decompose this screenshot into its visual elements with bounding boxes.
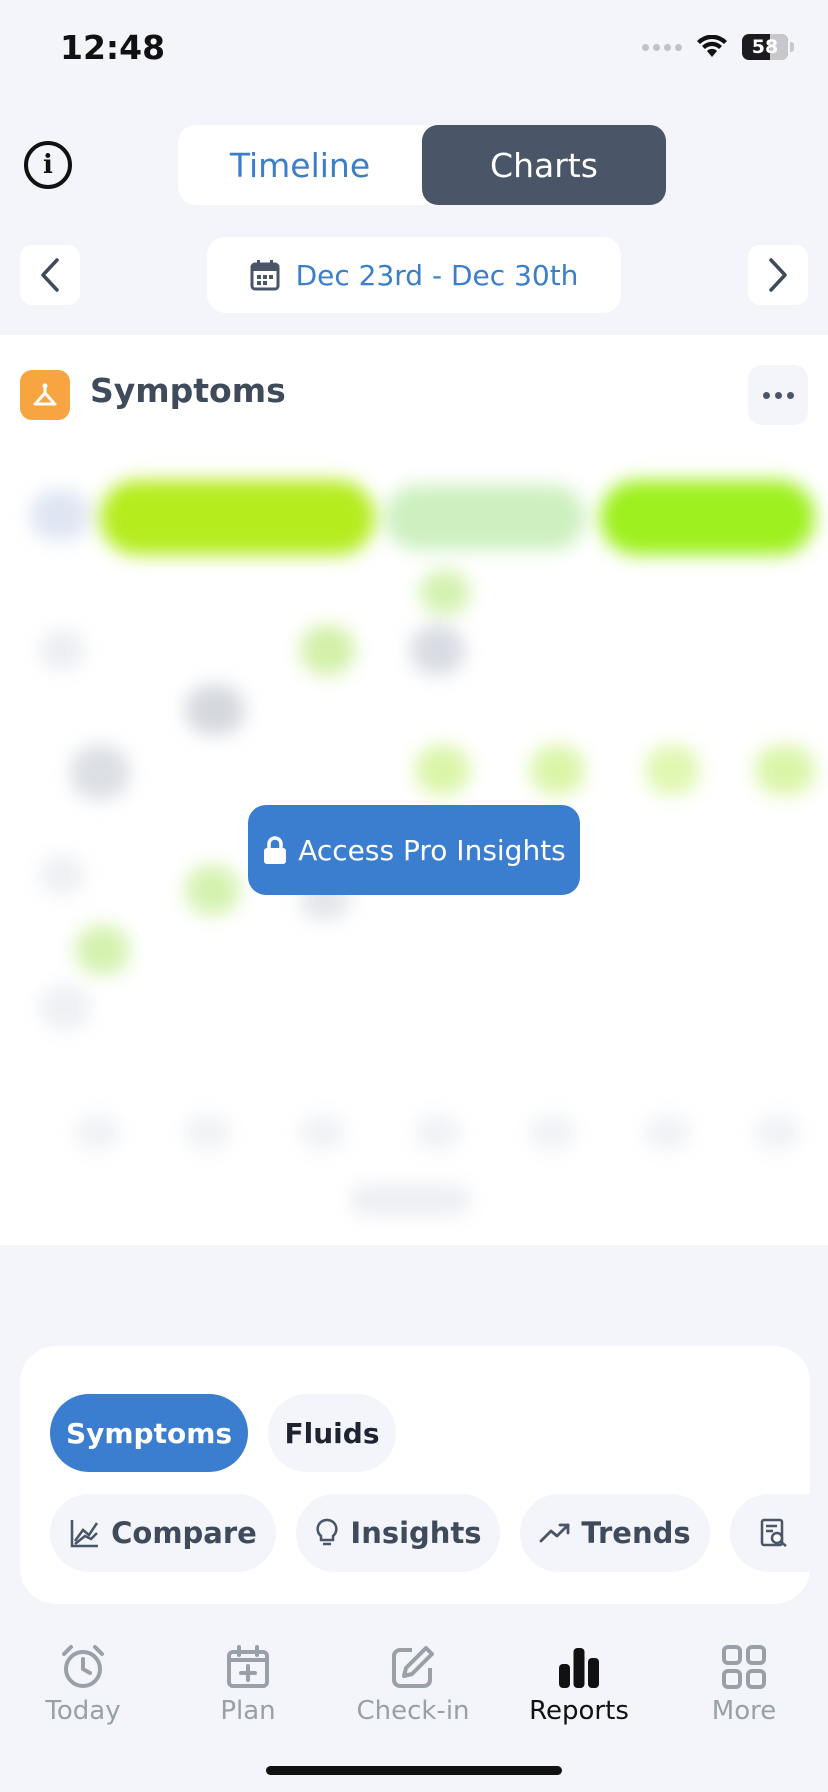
tab-more[interactable]: More	[674, 1644, 814, 1726]
access-pro-insights-button[interactable]: Access Pro Insights	[248, 805, 580, 895]
date-range-picker[interactable]: Dec 23rd - Dec 30th	[207, 237, 621, 313]
tab-today-label: Today	[45, 1696, 121, 1726]
trends-label: Trends	[581, 1516, 691, 1550]
battery-level: 58	[751, 36, 779, 58]
status-time: 12:48	[60, 28, 166, 67]
report-search-button[interactable]	[730, 1494, 810, 1572]
insights-button[interactable]: Insights	[296, 1494, 500, 1572]
tab-more-label: More	[711, 1696, 777, 1726]
chevron-right-icon	[769, 258, 787, 292]
category-chip-fluids[interactable]: Fluids	[268, 1394, 396, 1472]
edit-square-icon	[392, 1646, 434, 1688]
symptoms-panel: Symptoms Access Pro Insights	[0, 335, 828, 1245]
bottom-tab-bar: Today Plan Check-in Reports More	[0, 1612, 828, 1792]
tab-reports-label: Reports	[529, 1696, 629, 1726]
tab-reports[interactable]: Reports	[509, 1644, 649, 1726]
info-icon[interactable]: i	[24, 141, 72, 189]
compare-label: Compare	[111, 1516, 257, 1550]
cellular-signal-icon	[642, 43, 682, 51]
alarm-clock-icon	[62, 1645, 104, 1688]
tab-check-in[interactable]: Check-in	[343, 1644, 483, 1726]
trends-button[interactable]: Trends	[520, 1494, 710, 1572]
tab-timeline[interactable]: Timeline	[178, 125, 422, 205]
wifi-icon	[697, 35, 727, 57]
next-week-button[interactable]	[748, 245, 808, 305]
category-chip-symptoms[interactable]: Symptoms	[50, 1394, 248, 1472]
date-range-label: Dec 23rd - Dec 30th	[295, 258, 579, 292]
document-search-icon	[760, 1518, 787, 1547]
bar-chart-icon	[559, 1648, 599, 1688]
insights-label: Insights	[350, 1516, 482, 1550]
access-pro-insights-label: Access Pro Insights	[298, 833, 566, 867]
calendar-icon	[250, 260, 280, 291]
previous-week-button[interactable]	[20, 245, 80, 305]
tab-charts[interactable]: Charts	[422, 125, 666, 205]
report-filter-card: Symptoms Fluids Compare Insights Trends	[20, 1346, 810, 1604]
calendar-plus-icon	[227, 1645, 269, 1688]
home-indicator[interactable]	[266, 1766, 562, 1775]
status-icons: 58	[642, 34, 794, 60]
tab-today[interactable]: Today	[13, 1644, 153, 1726]
compare-chart-icon	[70, 1520, 99, 1548]
lock-icon	[264, 836, 287, 864]
grid-icon	[722, 1645, 766, 1689]
tab-plan-label: Plan	[220, 1696, 276, 1726]
reports-screen: 12:48 58 i Timeline Charts Dec 23rd - De…	[0, 0, 828, 1792]
view-segmented-control: Timeline Charts	[178, 125, 666, 205]
chevron-left-icon	[41, 258, 59, 292]
lightbulb-icon	[316, 1518, 338, 1546]
trend-up-icon	[539, 1523, 570, 1543]
battery-icon: 58	[742, 34, 788, 60]
compare-button[interactable]: Compare	[50, 1494, 276, 1572]
tab-check-in-label: Check-in	[356, 1696, 470, 1726]
blurred-chart-preview	[0, 335, 828, 1245]
tab-plan[interactable]: Plan	[178, 1644, 318, 1726]
